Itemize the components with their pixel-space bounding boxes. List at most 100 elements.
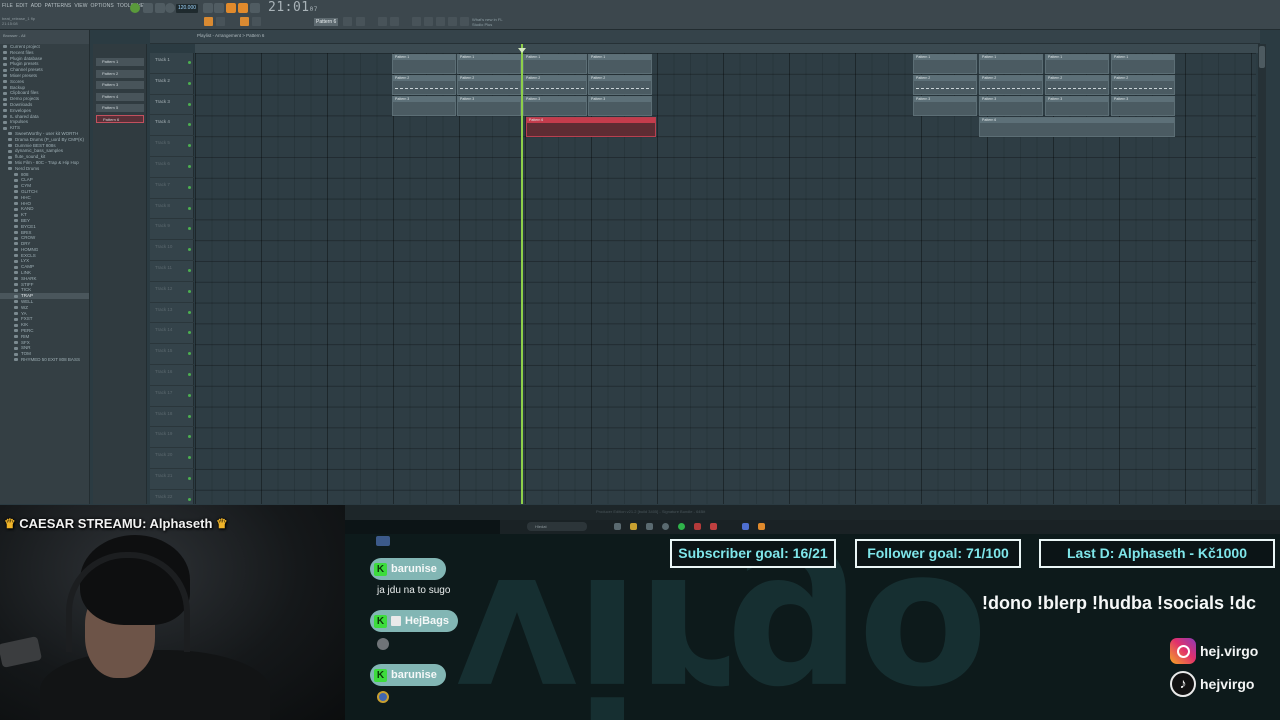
track-mute-led-icon[interactable] [188, 497, 191, 501]
track-mute-led-icon[interactable] [188, 144, 191, 148]
channel-rack-icon[interactable] [378, 17, 387, 26]
piano-roll-icon[interactable] [390, 17, 399, 26]
clip-pattern-1[interactable]: Pattern 1 [588, 54, 652, 74]
track-header[interactable]: Track 17 [150, 386, 194, 407]
track-header[interactable]: Track 18 [150, 407, 194, 428]
clip-pattern-2[interactable]: Pattern 2 [1045, 75, 1109, 95]
track-header[interactable]: Track 12 [150, 282, 194, 303]
file-explorer-icon[interactable] [614, 523, 621, 530]
track-mute-led-icon[interactable] [188, 477, 191, 480]
clip-pattern-1[interactable]: Pattern 1 [1045, 54, 1109, 74]
track-header[interactable]: Track 11 [150, 261, 194, 282]
clip-pattern-1[interactable]: Pattern 1 [913, 54, 977, 74]
track-header[interactable]: Track 16 [150, 365, 194, 386]
track-header[interactable]: Track 9 [150, 219, 194, 241]
clip-pattern-2[interactable]: Pattern 2 [979, 75, 1043, 95]
wait-button[interactable] [214, 3, 224, 13]
picker-pattern-4[interactable]: Pattern 4 [96, 93, 144, 101]
track-header[interactable]: Track 19 [150, 427, 194, 449]
paint-tool-icon[interactable] [216, 17, 225, 26]
spotify-icon[interactable] [678, 523, 685, 530]
clip-pattern-3[interactable]: Pattern 3 [392, 96, 456, 116]
picker-pattern-5[interactable]: Pattern 5 [96, 104, 144, 112]
track-header[interactable]: Track 3 [150, 95, 194, 116]
clip-pattern-3[interactable]: Pattern 3 [979, 96, 1043, 116]
add-pattern-icon[interactable] [343, 17, 352, 26]
gear-icon[interactable] [448, 17, 457, 26]
menu-patterns[interactable]: PATTERNS [45, 3, 72, 9]
clip-pattern-1[interactable]: Pattern 1 [979, 54, 1043, 74]
picker-pattern-1[interactable]: Pattern 1 [96, 58, 144, 66]
track-mute-led-icon[interactable] [188, 352, 191, 356]
discord-icon[interactable] [742, 523, 749, 530]
clip-pattern-2[interactable]: Pattern 2 [392, 75, 456, 95]
menu-file[interactable]: FILE [2, 3, 13, 9]
track-header[interactable]: Track 4 [150, 115, 194, 137]
clip-pattern-3[interactable]: Pattern 3 [457, 96, 521, 116]
help-icon[interactable] [460, 17, 469, 26]
track-mute-led-icon[interactable] [188, 310, 191, 314]
track-header[interactable]: Track 15 [150, 344, 194, 365]
track-mute-led-icon[interactable] [188, 102, 191, 106]
clip-pattern-3[interactable]: Pattern 3 [1045, 96, 1109, 116]
clip-pattern-6[interactable]: Pattern 6 [526, 117, 656, 137]
track-header[interactable]: Track 21 [150, 469, 194, 490]
clip-pattern-3[interactable]: Pattern 3 [1111, 96, 1175, 116]
menu-view[interactable]: VIEW [74, 3, 87, 9]
pattern-selector[interactable]: Pattern 6 [314, 18, 338, 26]
countdown-button[interactable] [226, 3, 236, 13]
clip-pattern-3[interactable]: Pattern 3 [588, 96, 652, 116]
clip-pattern-1[interactable]: Pattern 1 [392, 54, 456, 74]
picker-pattern-6[interactable]: Pattern 6 [96, 115, 144, 123]
browser-icon[interactable] [424, 17, 433, 26]
clip-pattern-1[interactable]: Pattern 1 [523, 54, 587, 74]
clip-pattern-2[interactable]: Pattern 2 [588, 75, 652, 95]
snap-icon[interactable] [204, 17, 213, 26]
draw-tool-icon[interactable] [240, 17, 249, 26]
track-mute-led-icon[interactable] [188, 269, 191, 272]
track-mute-led-icon[interactable] [188, 81, 191, 85]
clip-pattern-1[interactable]: Pattern 1 [457, 54, 521, 74]
browser-item[interactable]: RHYMED 50 EXIT 808 BASS [0, 357, 89, 363]
track-header[interactable]: Track 20 [150, 448, 194, 469]
track-mute-led-icon[interactable] [188, 289, 191, 293]
pat-song-toggle[interactable] [130, 3, 140, 13]
obs-icon[interactable] [694, 523, 701, 530]
track-header[interactable]: Track 10 [150, 240, 194, 261]
track-mute-led-icon[interactable] [188, 456, 191, 460]
record-button[interactable] [165, 3, 175, 13]
playhead-marker-icon[interactable] [518, 48, 526, 53]
clip-pattern-6[interactable]: Pattern 6 [979, 117, 1175, 137]
loop-record-button[interactable] [238, 3, 248, 13]
track-mute-led-icon[interactable] [188, 393, 191, 397]
chrome-icon[interactable] [662, 523, 669, 530]
track-mute-led-icon[interactable] [188, 373, 191, 376]
picker-pattern-3[interactable]: Pattern 3 [96, 81, 144, 89]
track-header[interactable]: Track 5 [150, 136, 194, 157]
track-header[interactable]: Track 13 [150, 303, 194, 324]
track-header[interactable]: Track 7 [150, 178, 194, 199]
clip-pattern-2[interactable]: Pattern 2 [913, 75, 977, 95]
track-header[interactable]: Track 6 [150, 157, 194, 178]
clip-pattern-2[interactable]: Pattern 2 [1111, 75, 1175, 95]
track-mute-led-icon[interactable] [188, 61, 191, 64]
track-mute-led-icon[interactable] [188, 165, 191, 168]
scrollbar-thumb[interactable] [1259, 46, 1265, 68]
clip-pattern-1[interactable]: Pattern 1 [1111, 54, 1175, 74]
playlist-scrollbar[interactable] [1258, 44, 1266, 504]
news-panel[interactable]: What's new in FL Studio Plus [472, 17, 503, 27]
playlist-grid[interactable]: Pattern 1 Pattern 1 Pattern 1 Pattern 1 … [195, 53, 1256, 504]
track-header[interactable]: Track 2 [150, 74, 194, 95]
play-button[interactable] [143, 3, 153, 13]
store-icon[interactable] [646, 523, 653, 530]
metronome-button[interactable] [203, 3, 213, 13]
playhead[interactable] [521, 44, 523, 504]
timeline-ruler[interactable] [195, 44, 1260, 53]
delete-tool-icon[interactable] [252, 17, 261, 26]
clip-pattern-3[interactable]: Pattern 3 [913, 96, 977, 116]
app-icon[interactable] [710, 523, 717, 530]
clip-pattern-2[interactable]: Pattern 2 [457, 75, 521, 95]
menu-edit[interactable]: EDIT [16, 3, 28, 9]
track-mute-led-icon[interactable] [188, 227, 191, 231]
track-header[interactable]: Track 8 [150, 199, 194, 220]
